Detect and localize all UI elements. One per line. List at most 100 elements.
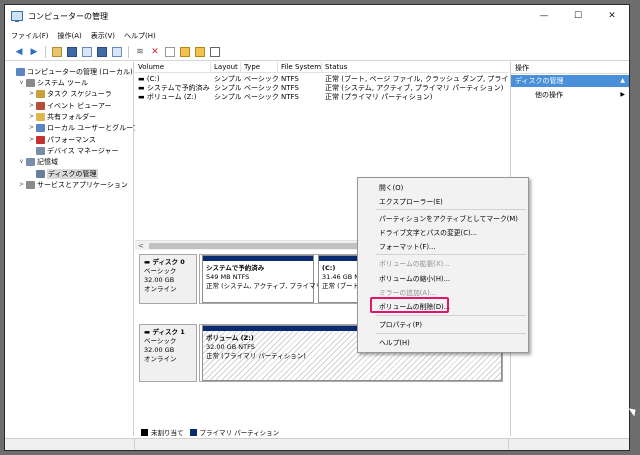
table-cell: ベーシック [244, 84, 278, 92]
maximize-button[interactable]: ☐ [561, 5, 595, 27]
minimize-button[interactable]: — [527, 5, 561, 27]
up-folder-icon[interactable] [51, 46, 63, 58]
menu-view[interactable]: 表示(V) [91, 31, 115, 41]
table-cell: ▬ ボリューム (Z:) [135, 93, 211, 102]
context-menu-item[interactable]: パーティションをアクティブとしてマーク(M) [358, 213, 528, 225]
partition-status: 正常 (システム, アクティブ, プライマリ パ [206, 282, 331, 290]
tree-item[interactable]: > パフォーマンス [28, 134, 96, 145]
scroll-left-icon[interactable]: < [138, 241, 144, 251]
chevron-down-icon[interactable]: ∨ [18, 79, 25, 86]
show-hide-icon[interactable] [111, 46, 123, 58]
column-layout[interactable]: Layout [211, 62, 241, 73]
column-type[interactable]: Type [241, 62, 278, 73]
tree-node-icon [36, 89, 45, 98]
tree-item-label: タスク スケジューラ [47, 89, 112, 98]
status-segment [5, 439, 135, 450]
menu-help[interactable]: ヘルプ(H) [124, 31, 156, 41]
table-row[interactable]: ▬ ボリューム (Z:) シンプル ベーシック NTFS 正常 (プライマリ パーティシ… [135, 93, 509, 102]
chevron-right-icon[interactable]: > [28, 136, 35, 143]
table-cell: ▬ (C:) [135, 75, 211, 84]
tree-item[interactable]: > サービスとアプリケーション [18, 179, 128, 190]
tree-node-icon [36, 112, 45, 121]
tree-item-label: 共有フォルダー [47, 112, 96, 121]
close-button[interactable]: ✕ [595, 5, 629, 27]
volume-icon: ▬ [138, 93, 147, 101]
tree-item[interactable]: コンピューターの管理 (ローカル) [8, 66, 133, 77]
chevron-right-icon[interactable]: > [28, 102, 35, 109]
context-menu-item[interactable]: ボリュームの縮小(H)... [358, 273, 528, 285]
context-menu-item[interactable]: エクスプローラー(E) [358, 196, 528, 208]
tree-item-label: ディスクの管理 [47, 168, 98, 179]
x-icon[interactable]: ✕ [149, 46, 161, 58]
properties-icon[interactable] [81, 46, 93, 58]
checklist-icon[interactable] [164, 46, 176, 58]
status-bar [5, 438, 629, 450]
partition-name: システムで予約済み [206, 264, 265, 272]
mouse-cursor-icon [628, 405, 639, 417]
menu-bar: ファイル(F) 操作(A) 表示(V) ヘルプ(H) [5, 29, 629, 43]
column-status[interactable]: Status [322, 62, 509, 73]
arrow-right-icon[interactable]: ▶ [28, 46, 40, 58]
menu-action[interactable]: 操作(A) [58, 31, 82, 41]
table-cell: ベーシック [244, 93, 278, 101]
tree-item[interactable]: ∨ 記憶域 [18, 156, 58, 167]
partition-size: 549 MB NTFS [206, 273, 250, 281]
delete-volume-highlight [370, 297, 449, 313]
chevron-right-icon[interactable]: > [28, 113, 35, 120]
actions-more-actions[interactable]: 他の操作 ▶ [511, 89, 629, 101]
tree-item-label: デバイス マネージャー [47, 146, 119, 155]
status-segment [135, 439, 509, 450]
computer-management-window: コンピューターの管理 — ☐ ✕ ファイル(F) 操作(A) 表示(V) ヘルプ… [4, 4, 630, 451]
tree-node-icon [36, 169, 45, 178]
disk-1-label[interactable]: ▬ ディスク 1 ベーシック 32.00 GB オンライン [139, 324, 197, 382]
connect-icon[interactable]: ≋ [134, 46, 146, 58]
unallocated-swatch [141, 428, 148, 436]
tree-item-label: サービスとアプリケーション [37, 180, 128, 189]
title-bar: コンピューターの管理 — ☐ ✕ [5, 5, 629, 27]
collapse-up-icon[interactable]: ▲ [620, 75, 625, 87]
folder-icon[interactable] [179, 46, 191, 58]
arrow-left-icon[interactable]: ◀ [13, 46, 25, 58]
scrollbar-thumb[interactable] [149, 243, 369, 249]
tree-item[interactable]: デバイス マネージャー [28, 145, 119, 156]
tree-item[interactable]: > タスク スケジューラ [28, 88, 112, 99]
partition-system-reserved[interactable]: システムで予約済み 549 MB NTFS 正常 (システム, アクティブ, プ… [202, 255, 331, 303]
tree-item[interactable]: > ローカル ユーザーとグループ [28, 122, 140, 133]
menu-separator [376, 254, 526, 255]
tree-item-label: ローカル ユーザーとグループ [47, 123, 140, 132]
chevron-down-icon[interactable]: ∨ [18, 158, 25, 165]
tree-item[interactable]: > 共有フォルダー [28, 111, 96, 122]
context-menu-item[interactable]: ヘルプ(H) [358, 337, 528, 349]
chevron-right-icon[interactable]: > [28, 90, 35, 97]
chevron-right-icon[interactable]: > [28, 124, 35, 131]
context-menu-item[interactable]: フォーマット(F)... [358, 241, 528, 253]
disk-1-type: ベーシック [144, 337, 177, 345]
console-tree-icon[interactable] [66, 46, 78, 58]
help-icon[interactable] [96, 46, 108, 58]
tree-item[interactable]: ∨ システム ツール [18, 77, 88, 88]
toolbar-separator [128, 46, 129, 58]
context-menu-item[interactable]: プロパティ(P) [358, 319, 528, 331]
list-view-icon[interactable] [209, 46, 221, 58]
primary-partition-bar [203, 256, 313, 261]
search-folder-icon[interactable] [194, 46, 206, 58]
table-row[interactable]: ▬ システムで予約済み シンプル ベーシック NTFS 正常 (システム, アクティブ,… [135, 84, 509, 93]
table-cell: 正常 (ブート, ページ ファイル, クラッシュ ダンプ, プライマリ パーティ [325, 75, 509, 83]
column-file-system[interactable]: File System [278, 62, 322, 73]
disk-0-type: ベーシック [144, 267, 177, 275]
menu-file[interactable]: ファイル(F) [11, 31, 49, 41]
table-row[interactable]: ▬ (C:) シンプル ベーシック NTFS 正常 (ブート, ページ ファイル, クラ… [135, 75, 509, 84]
chevron-right-icon[interactable]: > [18, 181, 25, 188]
disk-0-label[interactable]: ▬ ディスク 0 ベーシック 32.00 GB オンライン [139, 254, 197, 304]
actions-section-disk-management[interactable]: ディスクの管理 ▲ [511, 75, 629, 87]
column-volume[interactable]: Volume [135, 62, 211, 73]
tree-item[interactable]: ディスクの管理 [28, 168, 98, 179]
tree-item-label: 記憶域 [37, 157, 58, 166]
tree-node-icon [16, 67, 25, 76]
tree-item[interactable]: > イベント ビューアー [28, 100, 112, 111]
disk-1-name: ▬ ディスク 1 [144, 328, 185, 336]
context-menu-item[interactable]: 開く(O) [358, 182, 528, 194]
partition-name: ボリューム (Z:) [206, 334, 254, 342]
menu-separator [376, 315, 526, 316]
context-menu-item[interactable]: ドライブ文字とパスの変更(C)... [358, 227, 528, 239]
